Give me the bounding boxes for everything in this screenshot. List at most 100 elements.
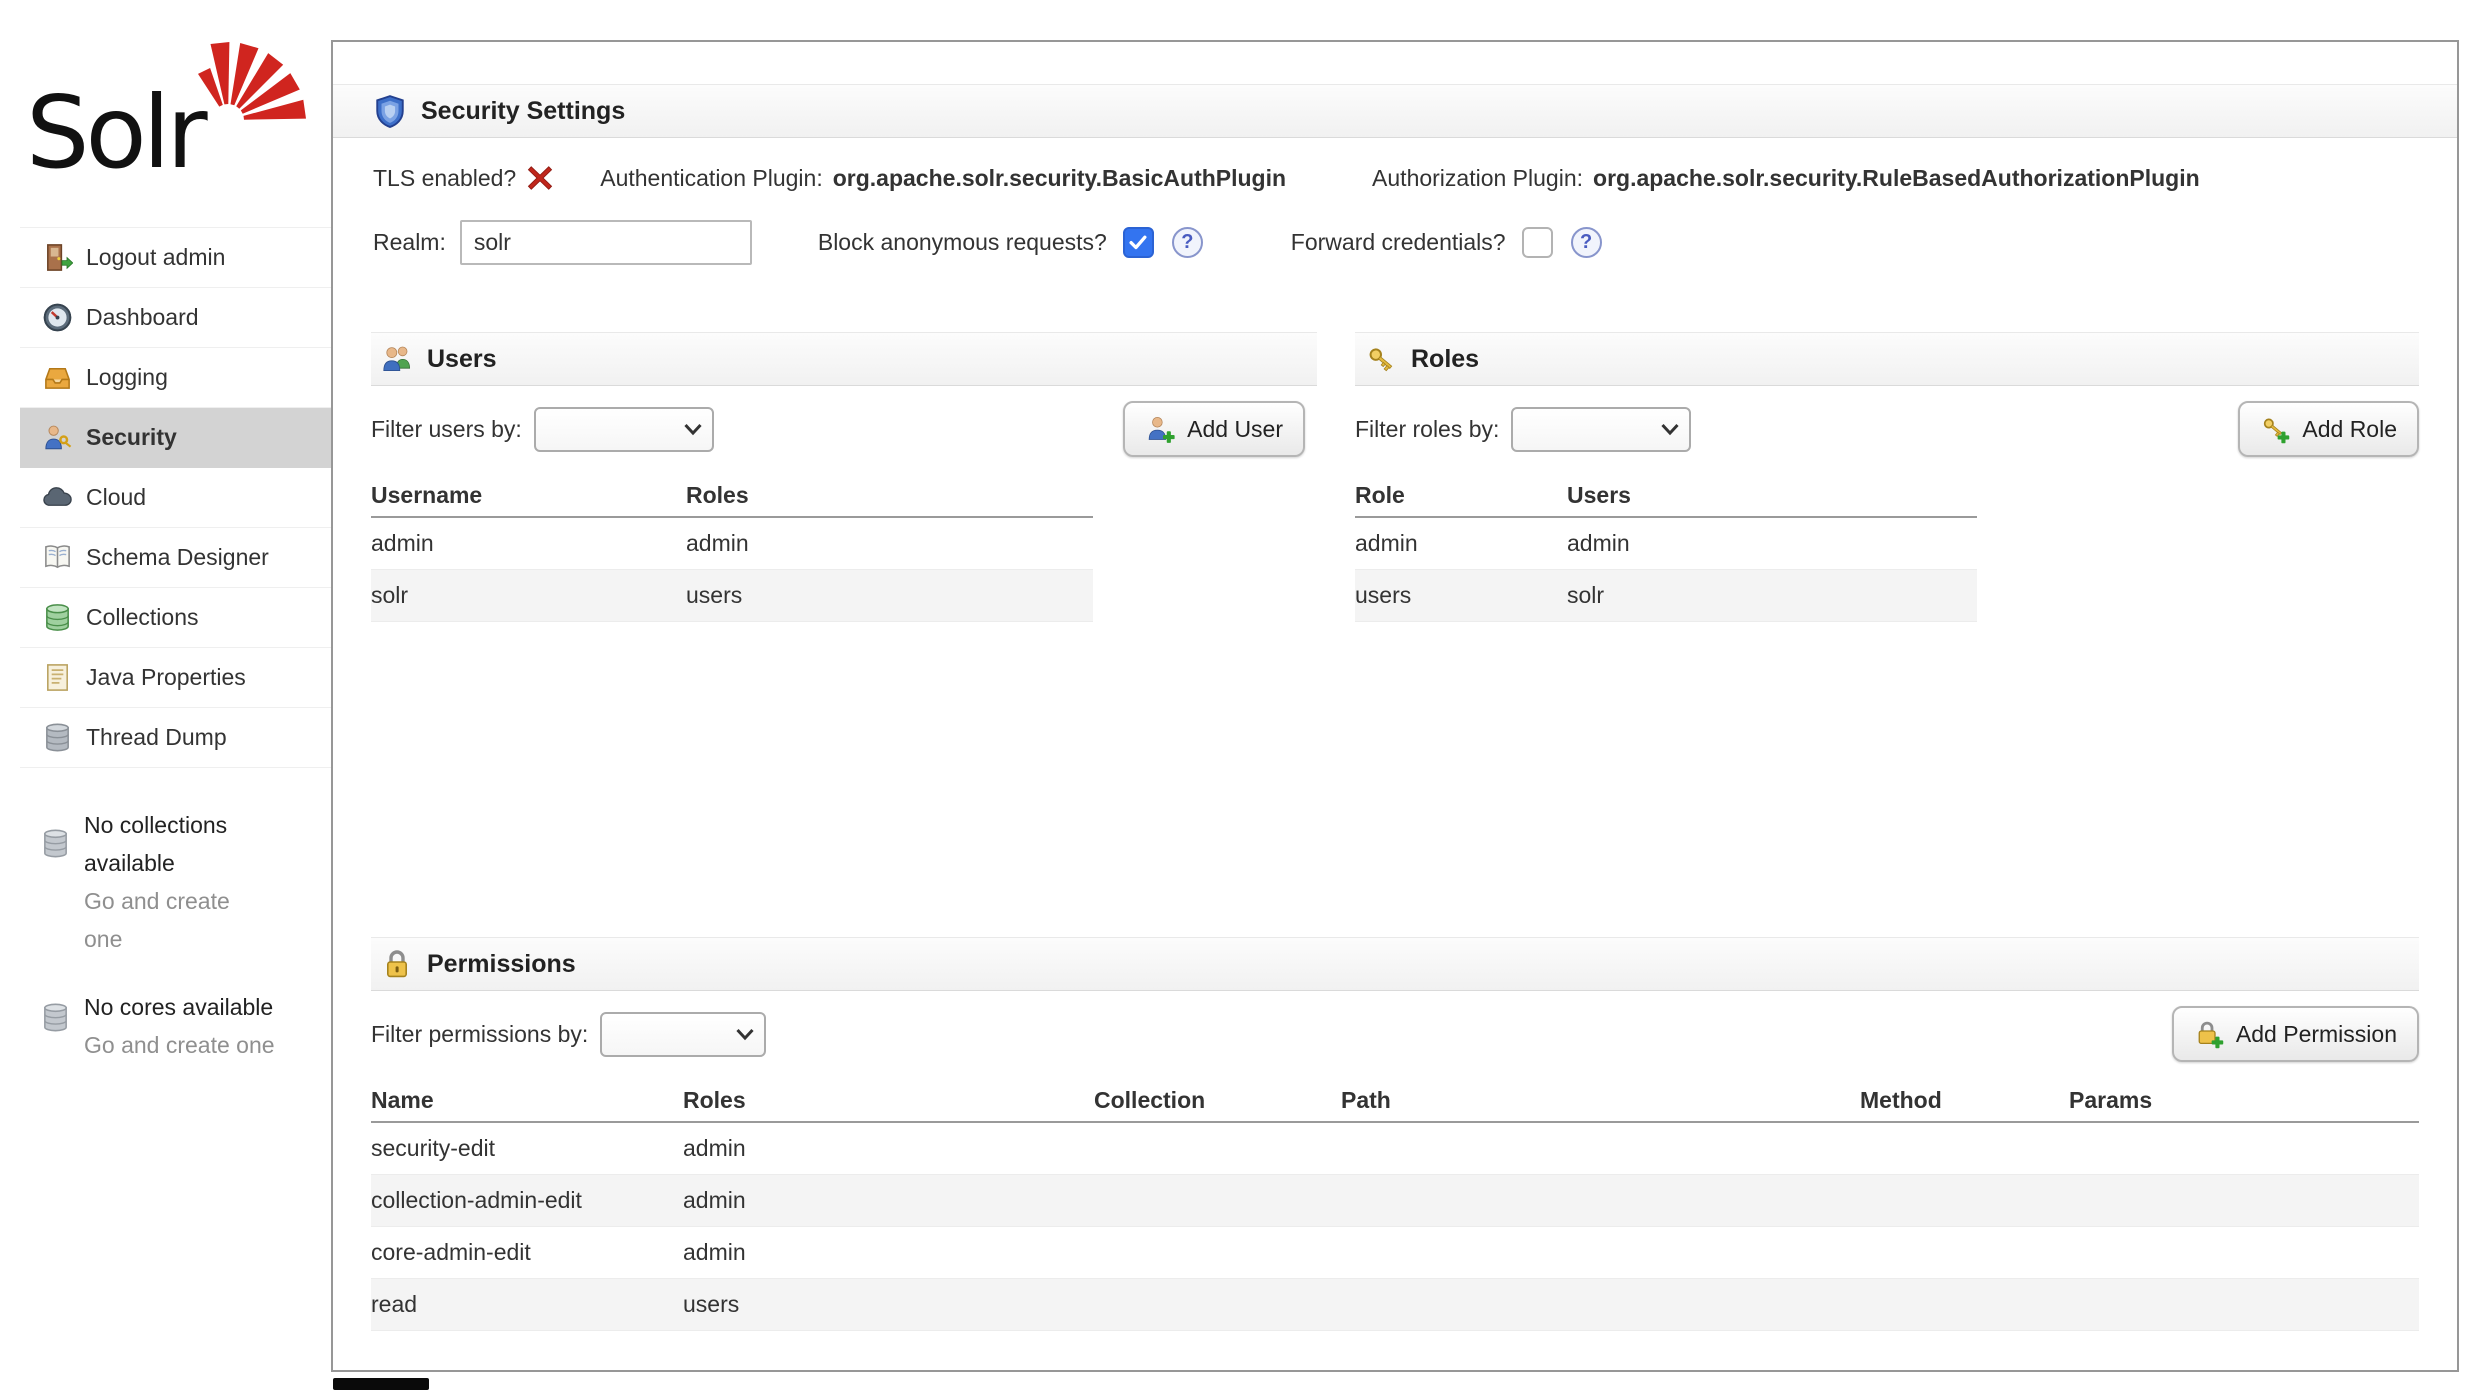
roles-panel: Roles Filter roles by: Add Role Role [1355, 332, 2419, 622]
roles-table: Role Users admin admin users solr [1355, 474, 2419, 622]
sidebar-item-thread-dump[interactable]: Thread Dump [20, 708, 331, 768]
database-icon [40, 828, 71, 859]
sidebar-item-collections[interactable]: Collections [20, 588, 331, 648]
roles-cell: users [683, 1291, 1094, 1318]
permission-row-security-edit[interactable]: security-edit admin [371, 1123, 2419, 1175]
add-user-button[interactable]: Add User [1123, 401, 1305, 457]
user-row-admin[interactable]: admin admin [371, 518, 1093, 570]
add-role-button[interactable]: Add Role [2238, 401, 2419, 457]
roles-cell: users [686, 582, 1093, 609]
roles-filter-select[interactable] [1511, 407, 1691, 452]
users-panel: Users Filter users by: Add User Username [371, 332, 1317, 622]
footer-bar [333, 1378, 429, 1390]
roles-filter-label: Filter roles by: [1355, 416, 1499, 443]
users-group-icon [381, 343, 413, 375]
role-row-users[interactable]: users solr [1355, 570, 1977, 622]
key-icon [1365, 343, 1397, 375]
column-header-roles: Roles [683, 1087, 1094, 1114]
block-anonymous-checkbox[interactable] [1123, 227, 1154, 258]
sidebar-item-label: Schema Designer [86, 544, 269, 571]
name-cell: read [371, 1291, 683, 1318]
no-cores-notice: No cores available Go and create one [22, 988, 304, 1064]
users-filter-row: Filter users by: Add User [371, 400, 1317, 458]
chevron-down-icon [736, 1028, 754, 1041]
permission-row-core-admin-edit[interactable]: core-admin-edit admin [371, 1227, 2419, 1279]
sidebar: Solr Logout admin Dashboard Logging Secu… [0, 0, 331, 1390]
add-permission-label: Add Permission [2236, 1021, 2397, 1048]
permission-row-read[interactable]: read users [371, 1279, 2419, 1331]
java-properties-icon [42, 662, 73, 693]
security-settings-header: Security Settings [333, 84, 2457, 138]
sidebar-menu: Logout admin Dashboard Logging Security … [20, 227, 331, 768]
roles-cell: admin [683, 1135, 1094, 1162]
role-row-admin[interactable]: admin admin [1355, 518, 1977, 570]
create-core-link[interactable]: Go and create one [84, 1026, 304, 1064]
sidebar-item-label: Logout admin [86, 244, 225, 271]
thread-dump-icon [42, 722, 73, 753]
users-filter-select[interactable] [534, 407, 714, 452]
username-cell: solr [371, 582, 686, 609]
permissions-table-header: Name Roles Collection Path Method Params [371, 1079, 2419, 1123]
security-settings-page: Security Settings TLS enabled? Authentic… [331, 40, 2459, 1372]
shield-icon [373, 94, 407, 128]
column-header-role: Role [1355, 482, 1567, 509]
security-icon [42, 422, 73, 453]
lock-icon [381, 948, 413, 980]
roles-filter-row: Filter roles by: Add Role [1355, 400, 2419, 458]
auth-plugin-value: org.apache.solr.security.BasicAuthPlugin [833, 165, 1286, 192]
column-header-name: Name [371, 1087, 683, 1114]
roles-table-header: Role Users [1355, 474, 1977, 518]
sidebar-item-schema-designer[interactable]: Schema Designer [20, 528, 331, 588]
no-cores-text: No cores available [84, 988, 304, 1026]
solr-logo[interactable]: Solr [26, 26, 321, 191]
sidebar-item-dashboard[interactable]: Dashboard [20, 288, 331, 348]
chevron-down-icon [1661, 423, 1679, 436]
add-user-icon [1145, 414, 1175, 444]
tls-label: TLS enabled? [373, 165, 516, 192]
sidebar-item-logging[interactable]: Logging [20, 348, 331, 408]
sidebar-item-label: Java Properties [86, 664, 246, 691]
user-row-solr[interactable]: solr users [371, 570, 1093, 622]
add-user-label: Add User [1187, 416, 1283, 443]
roles-cell: admin [683, 1187, 1094, 1214]
users-filter-label: Filter users by: [371, 416, 522, 443]
logout-icon [42, 242, 73, 273]
permission-row-collection-admin-edit[interactable]: collection-admin-edit admin [371, 1175, 2419, 1227]
no-collections-text: No collections available [84, 806, 252, 882]
users-cell: solr [1567, 582, 1977, 609]
create-collection-link[interactable]: Go and create one [84, 882, 252, 958]
roles-cell: admin [683, 1239, 1094, 1266]
add-permission-button[interactable]: Add Permission [2172, 1006, 2419, 1062]
forward-credentials-checkbox[interactable] [1522, 227, 1553, 258]
sidebar-item-security[interactable]: Security [20, 408, 331, 468]
name-cell: core-admin-edit [371, 1239, 683, 1266]
users-table-header: Username Roles [371, 474, 1093, 518]
column-header-method: Method [1860, 1087, 2069, 1114]
role-cell: admin [1355, 530, 1567, 557]
sidebar-item-java-properties[interactable]: Java Properties [20, 648, 331, 708]
chevron-down-icon [684, 423, 702, 436]
sidebar-item-label: Collections [86, 604, 199, 631]
dashboard-icon [42, 302, 73, 333]
role-cell: users [1355, 582, 1567, 609]
permissions-filter-row: Filter permissions by: Add Permission [371, 1005, 2419, 1063]
column-header-users: Users [1567, 482, 1977, 509]
authz-plugin-value: org.apache.solr.security.RuleBasedAuthor… [1593, 165, 2200, 192]
sidebar-item-logout-admin[interactable]: Logout admin [20, 228, 331, 288]
roles-cell: admin [686, 530, 1093, 557]
forward-credentials-help-icon[interactable]: ? [1571, 227, 1602, 258]
realm-input[interactable] [460, 220, 752, 265]
add-permission-icon [2194, 1019, 2224, 1049]
permissions-filter-select[interactable] [600, 1012, 766, 1057]
users-panel-header: Users [371, 332, 1317, 386]
column-header-collection: Collection [1094, 1087, 1341, 1114]
username-cell: admin [371, 530, 686, 557]
block-anonymous-help-icon[interactable]: ? [1172, 227, 1203, 258]
add-role-label: Add Role [2302, 416, 2397, 443]
no-collections-notice: No collections available Go and create o… [22, 806, 252, 958]
sidebar-item-cloud[interactable]: Cloud [20, 468, 331, 528]
realm-label: Realm: [373, 229, 446, 256]
red-x-icon [526, 164, 554, 192]
cloud-icon [42, 482, 73, 513]
forward-credentials-label: Forward credentials? [1291, 229, 1506, 256]
